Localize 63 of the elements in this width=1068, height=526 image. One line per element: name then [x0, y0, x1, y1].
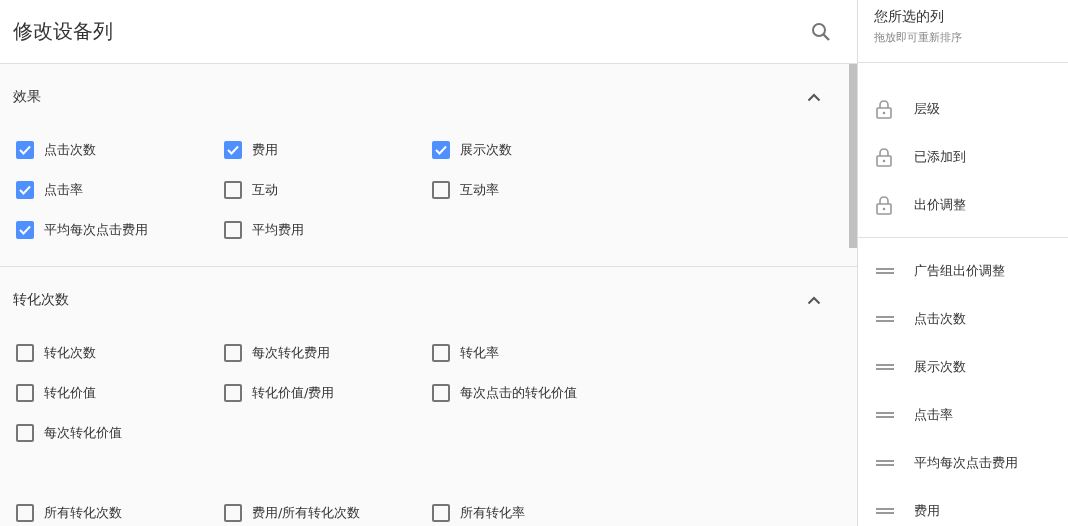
option-label: 互动 — [252, 181, 278, 199]
column-name: 点击率 — [914, 406, 953, 424]
dialog-title: 修改设备列 — [13, 18, 113, 45]
drag-handle-icon[interactable] — [876, 268, 894, 274]
drag-handle-icon[interactable] — [876, 460, 894, 466]
option-label: 转化率 — [460, 344, 499, 362]
checkbox[interactable] — [224, 181, 242, 199]
option-label: 展示次数 — [460, 141, 512, 159]
option-label: 所有转化率 — [460, 504, 525, 522]
option-label: 每次转化费用 — [252, 344, 330, 362]
checkbox[interactable] — [224, 504, 242, 522]
lock-icon — [876, 195, 892, 215]
checkbox[interactable] — [16, 221, 34, 239]
checkbox[interactable] — [432, 504, 450, 522]
checkbox[interactable] — [16, 504, 34, 522]
search-icon[interactable] — [811, 21, 831, 42]
column-name: 费用 — [914, 502, 940, 520]
panel-subtitle: 拖放即可重新排序 — [874, 30, 963, 45]
lock-icon — [876, 147, 892, 167]
column-name: 出价调整 — [914, 196, 966, 214]
option-label: 每次转化价值 — [44, 424, 122, 442]
checkbox[interactable] — [432, 141, 450, 159]
column-name: 展示次数 — [914, 358, 966, 376]
column-name: 平均每次点击费用 — [914, 454, 1018, 472]
column-name: 点击次数 — [914, 310, 966, 328]
option-label: 所有转化次数 — [44, 504, 122, 522]
option-label: 转化价值 — [44, 384, 96, 402]
checkbox[interactable] — [16, 384, 34, 402]
checkbox[interactable] — [16, 181, 34, 199]
checkbox[interactable] — [432, 181, 450, 199]
checkbox[interactable] — [224, 221, 242, 239]
option-label: 每次点击的转化价值 — [460, 384, 577, 402]
option-label: 平均每次点击费用 — [44, 221, 148, 239]
option-label: 互动率 — [460, 181, 499, 199]
column-name: 已添加到 — [914, 148, 966, 166]
checkbox[interactable] — [16, 344, 34, 362]
option-label: 平均费用 — [252, 221, 304, 239]
option-label: 转化次数 — [44, 344, 96, 362]
option-label: 点击率 — [44, 181, 83, 199]
column-name: 广告组出价调整 — [914, 262, 1005, 280]
section-title: 转化次数 — [13, 291, 69, 309]
checkbox[interactable] — [16, 141, 34, 159]
drag-handle-icon[interactable] — [876, 412, 894, 418]
drag-handle-icon[interactable] — [876, 508, 894, 514]
collapse-icon[interactable] — [807, 295, 821, 305]
checkbox[interactable] — [224, 141, 242, 159]
checkbox[interactable] — [224, 344, 242, 362]
panel-title: 您所选的列 — [874, 8, 945, 26]
collapse-icon[interactable] — [807, 92, 821, 102]
section-title: 效果 — [13, 88, 41, 106]
option-label: 费用/所有转化次数 — [252, 504, 361, 522]
option-label: 点击次数 — [44, 141, 96, 159]
scrollbar[interactable] — [849, 64, 857, 248]
drag-handle-icon[interactable] — [876, 316, 894, 322]
checkbox[interactable] — [432, 384, 450, 402]
checkbox[interactable] — [432, 344, 450, 362]
option-label: 转化价值/费用 — [252, 384, 335, 402]
lock-icon — [876, 99, 892, 119]
checkbox[interactable] — [16, 424, 34, 442]
option-label: 费用 — [252, 141, 278, 159]
drag-handle-icon[interactable] — [876, 364, 894, 370]
checkbox[interactable] — [224, 384, 242, 402]
column-name: 层级 — [914, 100, 940, 118]
